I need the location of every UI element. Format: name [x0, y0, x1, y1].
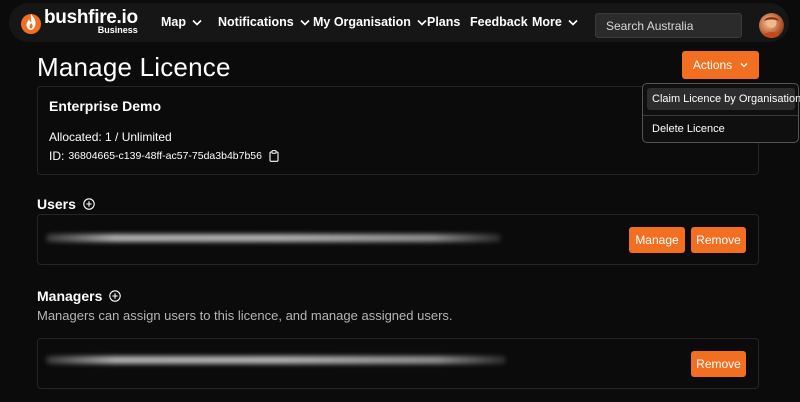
search-input[interactable]: [595, 13, 742, 38]
clipboard-icon[interactable]: [269, 150, 279, 162]
menu-divider: [643, 115, 798, 116]
nav-item-label: Feedback: [470, 15, 528, 29]
redacted-manager-name: [46, 356, 506, 364]
add-user-icon[interactable]: [83, 198, 95, 210]
chevron-down-icon: [192, 19, 202, 26]
manage-user-button[interactable]: Manage: [629, 227, 685, 253]
top-navbar: bushfire.io Business Map Notifications M…: [9, 3, 789, 42]
nav-item-label: My Organisation: [313, 15, 411, 29]
licence-id-label: ID:: [49, 149, 65, 163]
actions-label: Actions: [692, 58, 733, 72]
nav-item-my-organisation[interactable]: My Organisation: [313, 15, 427, 29]
redacted-user-name: [46, 234, 501, 242]
nav-item-label: Notifications: [218, 15, 294, 29]
licence-name: Enterprise Demo: [49, 98, 162, 114]
managers-title-text: Managers: [37, 288, 103, 304]
chevron-down-icon: [568, 19, 578, 26]
nav-item-more[interactable]: More: [532, 15, 578, 29]
licence-id-value: 36804665-c139-48ff-ac57-75da3b4b7b56: [68, 150, 262, 162]
managers-description: Managers can assign users to this licenc…: [37, 308, 453, 323]
nav-item-label: Map: [161, 15, 186, 29]
flame-icon: [21, 13, 41, 34]
remove-user-button[interactable]: Remove: [691, 227, 746, 253]
managers-section-title: Managers: [37, 288, 122, 304]
avatar-icon: [762, 17, 781, 38]
nav-item-map[interactable]: Map: [161, 15, 202, 29]
chevron-down-icon: [740, 63, 748, 68]
user-avatar[interactable]: [759, 13, 784, 38]
menu-item-delete-licence[interactable]: Delete Licence: [647, 118, 795, 140]
nav-item-plans[interactable]: Plans: [427, 15, 460, 29]
menu-item-claim-licence[interactable]: Claim Licence by Organisation: [647, 88, 800, 110]
manager-row: [37, 338, 759, 389]
actions-button[interactable]: Actions: [682, 51, 759, 79]
add-manager-icon[interactable]: [109, 290, 122, 302]
remove-manager-button[interactable]: Remove: [691, 351, 746, 377]
brand-logo[interactable]: bushfire.io Business: [21, 8, 138, 35]
users-title-text: Users: [37, 196, 76, 212]
actions-dropdown-menu: Claim Licence by Organisation Delete Lic…: [642, 83, 800, 143]
nav-item-notifications[interactable]: Notifications: [218, 15, 310, 29]
licence-id-row: ID: 36804665-c139-48ff-ac57-75da3b4b7b56: [49, 149, 279, 163]
users-section-title: Users: [37, 196, 95, 212]
chevron-down-icon: [417, 19, 427, 26]
page-title: Manage Licence: [37, 52, 231, 82]
nav-item-feedback[interactable]: Feedback: [470, 15, 528, 29]
chevron-down-icon: [300, 19, 310, 26]
licence-allocated: Allocated: 1 / Unlimited: [49, 130, 172, 144]
nav-item-label: More: [532, 15, 562, 29]
nav-item-label: Plans: [427, 15, 461, 29]
